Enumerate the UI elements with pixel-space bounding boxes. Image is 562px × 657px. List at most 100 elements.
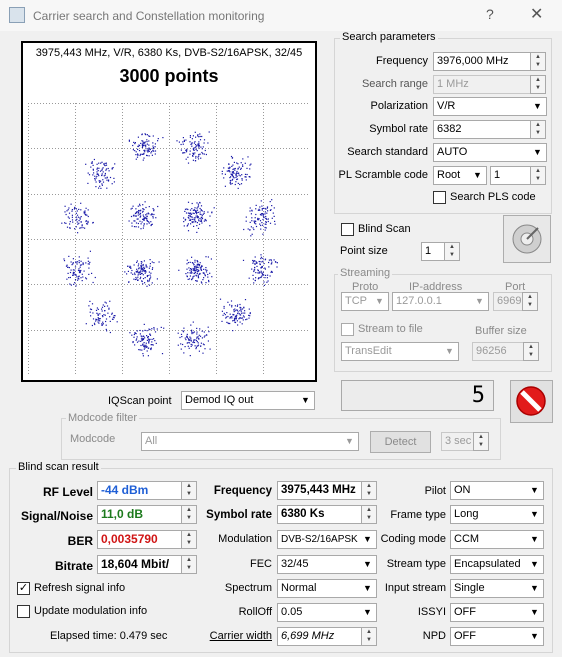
update-modulation-label: Update modulation info	[34, 605, 148, 617]
iqscan-point-select[interactable]: Demod IQ out ▼	[181, 391, 315, 410]
coding-mode-select[interactable]: CCM ▼	[450, 530, 544, 549]
update-modulation-checkbox[interactable]	[17, 605, 30, 618]
help-button[interactable]: ?	[486, 6, 494, 22]
symbol-rate-label: Symbol rate	[369, 123, 428, 135]
frame-type-select[interactable]: Long ▼	[450, 505, 544, 524]
stream-type-select[interactable]: Encapsulated ▼	[450, 555, 544, 574]
stop-button[interactable]	[510, 380, 553, 423]
modcode-select[interactable]: All ▼	[141, 432, 359, 451]
input-stream-value: Single	[454, 582, 485, 594]
signal-noise-spinner[interactable]: ▲ ▼	[181, 505, 197, 524]
stream-file-select[interactable]: TransEdit ▼	[341, 342, 459, 361]
frequency-spinner[interactable]: ▲ ▼	[530, 52, 546, 71]
stream-to-file-checkbox[interactable]	[341, 323, 354, 336]
rf-level-label: RF Level	[42, 485, 93, 499]
constellation-panel: 3975,443 MHz, V/R, 6380 Ks, DVB-S2/16APS…	[21, 41, 317, 382]
stream-file-value: TransEdit	[345, 345, 392, 357]
chevron-down-icon: ▼	[533, 147, 542, 157]
satellite-dish-icon	[512, 224, 542, 254]
buffer-size-spinner[interactable]: ▲ ▼	[523, 342, 539, 361]
detect-seconds-input[interactable]: 3 sec	[441, 432, 474, 451]
modulation-select[interactable]: DVB-S2/16APSK ▼	[277, 530, 377, 549]
chevron-down-icon: ▼	[530, 607, 539, 617]
polarization-label: Polarization	[370, 100, 428, 112]
symbol-rate-spinner[interactable]: ▲ ▼	[530, 120, 546, 139]
bitrate-value: 18,604 Mbit/	[97, 555, 182, 574]
search-pls-checkbox[interactable]	[433, 191, 446, 204]
pilot-select[interactable]: ON ▼	[450, 481, 544, 500]
port-spinner[interactable]: ▲ ▼	[522, 292, 538, 311]
streaming-legend: Streaming	[338, 267, 393, 279]
bitrate-spinner[interactable]: ▲ ▼	[181, 555, 197, 574]
scan-counter: 5	[341, 380, 494, 411]
npd-label: NPD	[422, 630, 446, 642]
buffer-size-label: Buffer size	[475, 325, 527, 337]
port-input[interactable]: 6969	[493, 292, 523, 311]
issyi-value: OFF	[454, 606, 476, 618]
elapsed-time: Elapsed time: 0.479 sec	[50, 630, 168, 642]
frame-type-label: Frame type	[390, 509, 446, 521]
spectrum-select[interactable]: Normal ▼	[277, 579, 377, 598]
bitrate-label: Bitrate	[54, 559, 93, 573]
modcode-filter-legend: Modcode filter	[66, 412, 140, 424]
blind-scan-result-legend: Blind scan result	[16, 461, 101, 473]
modcode-label: Modcode	[70, 433, 116, 445]
input-stream-select[interactable]: Single ▼	[450, 579, 544, 598]
chevron-down-icon: ▼	[530, 559, 539, 569]
fec-select[interactable]: 32/45 ▼	[277, 555, 377, 574]
symbol-rate-result-spinner[interactable]: ▲ ▼	[361, 505, 377, 524]
chevron-down-icon: ▼	[345, 436, 354, 446]
detect-button[interactable]: Detect	[370, 431, 431, 453]
stop-icon	[516, 386, 546, 416]
satellite-dish-button[interactable]	[503, 215, 551, 263]
input-stream-label: Input stream	[384, 582, 446, 594]
refresh-signal-checkbox[interactable]: ✓	[17, 582, 30, 595]
blind-scan-checkbox[interactable]	[341, 223, 354, 236]
chevron-down-icon: ▼	[473, 170, 482, 180]
rolloff-select[interactable]: 0.05 ▼	[277, 603, 377, 622]
chevron-down-icon: ▼	[530, 534, 539, 544]
search-range-spinner[interactable]: ▲ ▼	[530, 75, 546, 94]
polarization-value: V/R	[437, 100, 456, 112]
modulation-label: Modulation	[218, 533, 272, 545]
detect-seconds-spinner[interactable]: ▲ ▼	[473, 432, 489, 451]
pl-scramble-input[interactable]: 1	[490, 166, 531, 185]
pl-scramble-label: PL Scramble code	[338, 169, 428, 181]
symbol-rate-input[interactable]: 6382	[433, 120, 531, 139]
pilot-label: Pilot	[424, 485, 446, 497]
coding-mode-value: CCM	[454, 533, 480, 545]
chevron-down-icon: ▼	[363, 534, 372, 544]
frame-type-value: Long	[454, 508, 479, 520]
signal-noise-value: 11,0 dB	[97, 505, 182, 524]
modulation-value: DVB-S2/16APSK	[281, 534, 358, 545]
polarization-select[interactable]: V/R ▼	[433, 97, 547, 116]
stream-type-label: Stream type	[386, 558, 446, 570]
carrier-width-link[interactable]: Carrier width	[196, 630, 272, 642]
point-size-input[interactable]: 1	[421, 242, 445, 261]
iqscan-point-label: IQScan point	[108, 395, 172, 407]
issyi-select[interactable]: OFF ▼	[450, 603, 544, 622]
close-button[interactable]: ✕	[530, 4, 543, 24]
search-range-input[interactable]: 1 MHz	[433, 75, 531, 94]
chevron-down-icon: ▼	[530, 631, 539, 641]
proto-select[interactable]: TCP ▼	[341, 292, 389, 311]
frequency-result-spinner[interactable]: ▲ ▼	[361, 481, 377, 500]
ip-address-select[interactable]: 127.0.0.1 ▼	[392, 292, 489, 311]
app-icon	[9, 7, 25, 23]
ber-spinner[interactable]: ▲ ▼	[181, 530, 197, 549]
frequency-input[interactable]: 3976,000 MHz	[433, 52, 531, 71]
rolloff-value: 0.05	[281, 606, 303, 618]
point-size-spinner[interactable]: ▲ ▼	[444, 242, 460, 261]
pl-scramble-mode-value: Root	[437, 169, 461, 181]
pl-scramble-spinner[interactable]: ▲ ▼	[530, 166, 546, 185]
buffer-size-input[interactable]: 96256	[472, 342, 524, 361]
search-standard-select[interactable]: AUTO ▼	[433, 143, 547, 162]
ip-address-value: 127.0.0.1	[396, 295, 442, 307]
search-range-label: Search range	[361, 78, 428, 90]
point-size-label: Point size	[340, 245, 388, 257]
rf-level-spinner[interactable]: ▲ ▼	[181, 481, 197, 500]
modcode-value: All	[145, 435, 158, 447]
npd-select[interactable]: OFF ▼	[450, 627, 544, 646]
carrier-width-spinner[interactable]: ▲ ▼	[361, 627, 377, 646]
pl-scramble-mode-select[interactable]: Root ▼	[433, 166, 487, 185]
